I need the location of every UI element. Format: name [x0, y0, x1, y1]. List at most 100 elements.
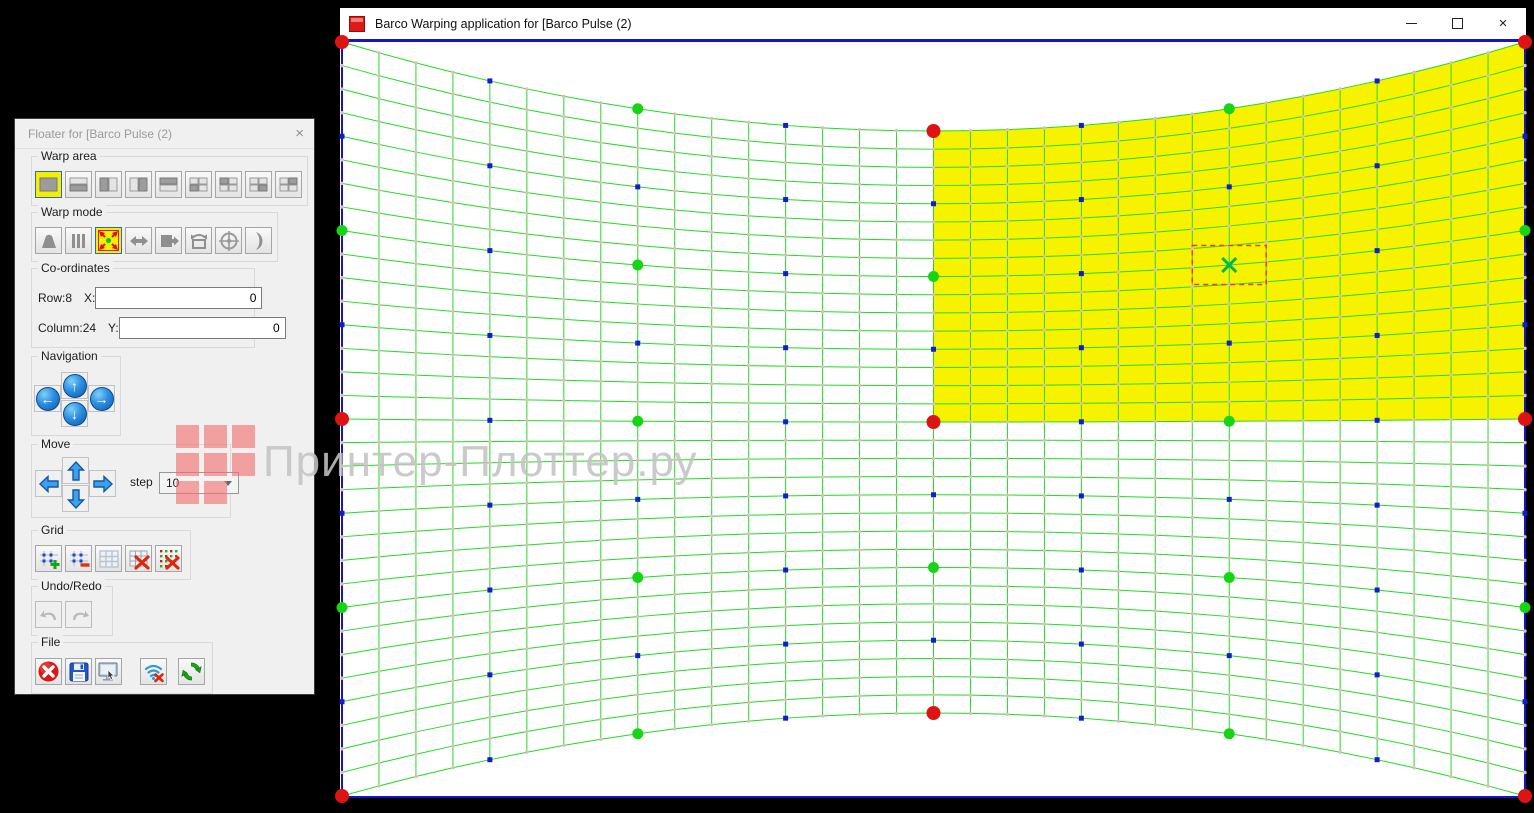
area-bottom-right-icon — [249, 177, 268, 192]
step-label: step — [130, 475, 153, 489]
redo-button[interactable] — [65, 601, 92, 628]
arrow-up-icon: ↑ — [63, 374, 87, 398]
area-top-half-icon — [159, 177, 178, 192]
arrow-down-icon: ↓ — [63, 402, 87, 426]
add-grid-point-button[interactable] — [35, 545, 62, 572]
x-label: X: — [84, 291, 95, 305]
area-top-right-icon — [279, 177, 298, 192]
warp-mode-label: Warp mode — [38, 205, 106, 219]
warp-area-label: Warp area — [38, 149, 100, 163]
exit-button[interactable] — [35, 658, 62, 685]
x-input[interactable] — [95, 287, 262, 309]
navigate-down-button[interactable]: ↓ — [61, 400, 88, 427]
grid-group: Grid — [31, 530, 191, 580]
grid-points-icon — [97, 229, 120, 252]
remove-grid-point-button[interactable] — [65, 545, 92, 572]
area-left-half-icon — [99, 177, 118, 192]
warp-mode-shift-button[interactable] — [155, 227, 182, 254]
apply-to-display-button[interactable] — [95, 658, 122, 685]
warp-area-top-right-button[interactable] — [275, 171, 302, 198]
refresh-icon — [180, 660, 203, 683]
move-up-button[interactable] — [62, 457, 89, 484]
move-right-icon — [92, 473, 114, 495]
move-left-icon — [38, 473, 60, 495]
save-button[interactable] — [65, 658, 92, 685]
undo-icon — [38, 604, 60, 626]
chevron-down-icon — [224, 481, 232, 486]
reset-grid-points-button[interactable] — [155, 545, 182, 572]
area-full-icon — [39, 177, 58, 192]
move-label: Move — [38, 437, 73, 451]
warp-area-top-left-button[interactable] — [215, 171, 242, 198]
warp-area-group: Warp area — [31, 156, 308, 206]
wifi-disconnect-icon — [142, 660, 165, 683]
disconnect-button[interactable] — [140, 658, 167, 685]
move-group: Move step 10 — [31, 444, 231, 518]
step-dropdown[interactable]: 10 — [159, 472, 239, 494]
move-down-icon — [65, 488, 87, 510]
move-down-button[interactable] — [62, 485, 89, 512]
step-value: 10 — [160, 476, 224, 490]
warp-mode-horizontal-size-button[interactable] — [125, 227, 152, 254]
warp-mode-linearity-button[interactable] — [65, 227, 92, 254]
warp-area-full-button[interactable] — [35, 171, 62, 198]
grid-label: Grid — [38, 523, 67, 537]
area-bottom-half-icon — [69, 177, 88, 192]
arrow-right-icon: → — [90, 387, 114, 411]
move-left-button[interactable] — [35, 470, 62, 497]
warp-mode-center-button[interactable] — [215, 227, 242, 254]
floater-title: Floater for [Barco Pulse (2) — [28, 127, 172, 141]
add-grid-point-icon — [38, 548, 60, 570]
row-label: Row: — [38, 291, 65, 305]
warp-mode-grid-points-button[interactable] — [95, 227, 122, 254]
shift-icon — [158, 230, 180, 252]
row-value: 8 — [65, 291, 72, 305]
warp-mode-bow-button[interactable] — [185, 227, 212, 254]
floater-close-button[interactable]: × — [295, 126, 304, 141]
warp-mode-group: Warp mode — [31, 212, 278, 262]
arrow-left-icon: ← — [36, 387, 60, 411]
undo-redo-group: Undo/Redo — [31, 586, 113, 636]
remove-grid-point-icon — [68, 548, 90, 570]
refresh-button[interactable] — [178, 658, 205, 685]
y-input[interactable] — [119, 317, 286, 339]
warp-area-bottom-left-button[interactable] — [185, 171, 212, 198]
show-grid-button[interactable] — [95, 545, 122, 572]
move-up-icon — [65, 460, 87, 482]
navigation-label: Navigation — [38, 349, 101, 363]
redo-icon — [68, 604, 90, 626]
navigate-right-button[interactable]: → — [88, 385, 115, 412]
delete-grid-icon — [128, 548, 150, 570]
coordinates-label: Co-ordinates — [38, 261, 113, 275]
warp-area-left-half-button[interactable] — [95, 171, 122, 198]
display-icon — [97, 660, 120, 683]
move-right-button[interactable] — [89, 470, 116, 497]
curvature-icon — [248, 230, 270, 252]
floater-titlebar[interactable]: Floater for [Barco Pulse (2) × — [15, 119, 314, 149]
warp-mode-keystone-button[interactable] — [35, 227, 62, 254]
column-label: Column: — [38, 321, 83, 335]
warp-area-right-half-button[interactable] — [125, 171, 152, 198]
warp-area-bottom-right-button[interactable] — [245, 171, 272, 198]
horizontal-size-icon — [128, 230, 150, 252]
area-top-left-icon — [219, 177, 238, 192]
delete-grid-button[interactable] — [125, 545, 152, 572]
y-label: Y: — [108, 321, 119, 335]
center-icon — [218, 230, 240, 252]
warp-area-top-half-button[interactable] — [155, 171, 182, 198]
warp-area-bottom-half-button[interactable] — [65, 171, 92, 198]
floater-window: Floater for [Barco Pulse (2) × Warp area — [14, 118, 315, 695]
navigate-left-button[interactable]: ← — [34, 385, 61, 412]
save-icon — [68, 661, 90, 683]
area-right-half-icon — [129, 177, 148, 192]
exit-icon — [37, 660, 60, 683]
coordinates-group: Co-ordinates Row: 8 X: Column: 24 Y: — [31, 268, 255, 348]
show-grid-icon — [98, 548, 120, 570]
reset-grid-points-icon — [158, 548, 180, 570]
linearity-icon — [68, 230, 90, 252]
navigate-up-button[interactable]: ↑ — [61, 372, 88, 399]
undo-redo-label: Undo/Redo — [38, 579, 105, 593]
file-group: File — [31, 642, 213, 694]
warp-mode-curvature-button[interactable] — [245, 227, 272, 254]
undo-button[interactable] — [35, 601, 62, 628]
